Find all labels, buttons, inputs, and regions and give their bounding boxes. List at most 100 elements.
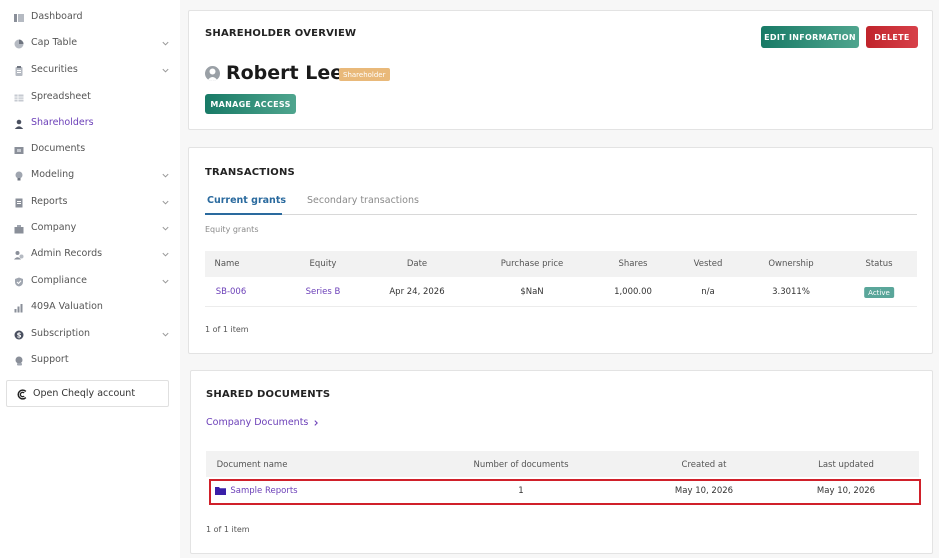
dashboard-icon: [13, 12, 24, 23]
tab-divider: [205, 214, 917, 215]
sidebar-item-cap-table[interactable]: Cap Table: [0, 34, 180, 54]
highlight-box: [209, 479, 921, 505]
column-header[interactable]: Number of documents: [473, 460, 568, 470]
person-icon: [13, 118, 24, 129]
shared-documents-card: SHARED DOCUMENTS Company Documents Docum…: [190, 370, 933, 554]
column-header[interactable]: Last updated: [818, 460, 874, 470]
chevron-right-icon: [314, 419, 319, 426]
column-header[interactable]: Equity: [310, 259, 337, 269]
sidebar-item-support[interactable]: Support: [0, 351, 180, 371]
sidebar-item-label: Compliance: [31, 275, 87, 286]
clipboard-icon: [13, 65, 24, 76]
chevron-down-icon: [162, 279, 169, 284]
sidebar-item-dashboard[interactable]: Dashboard: [0, 8, 180, 28]
avatar: [205, 66, 220, 81]
column-header[interactable]: Document name: [217, 460, 288, 470]
lightbulb-icon: [13, 170, 24, 181]
sidebar-item-label: Modeling: [31, 169, 75, 180]
row-divider: [205, 306, 917, 307]
chevron-down-icon: [162, 41, 169, 46]
status-badge: Active: [864, 287, 894, 298]
bar-chart-icon: [13, 302, 24, 313]
sidebar-item-securities[interactable]: Securities: [0, 61, 180, 81]
vested: n/a: [701, 287, 715, 297]
column-header[interactable]: Date: [407, 259, 427, 269]
chevron-down-icon: [162, 226, 169, 231]
sidebar-item-modeling[interactable]: Modeling: [0, 166, 180, 186]
shares: 1,000.00: [614, 287, 652, 297]
column-header[interactable]: Ownership: [768, 259, 813, 269]
sidebar-item-spreadsheet[interactable]: Spreadsheet: [0, 88, 180, 108]
column-header[interactable]: Purchase price: [501, 259, 563, 269]
grant-name-link[interactable]: SB-006: [216, 287, 247, 297]
sidebar-item-label: Documents: [31, 143, 86, 154]
folder-icon: [13, 144, 24, 155]
company-documents-label: Company Documents: [206, 417, 309, 428]
shared-documents-title: SHARED DOCUMENTS: [206, 389, 331, 400]
company-documents-link[interactable]: Company Documents: [206, 417, 320, 428]
sidebar-item-409a-valuation[interactable]: 409A Valuation: [0, 298, 180, 318]
sidebar-item-label: Admin Records: [31, 248, 103, 259]
support-icon: [13, 355, 24, 366]
sidebar-item-label: 409A Valuation: [31, 301, 103, 312]
chevron-down-icon: [162, 332, 169, 337]
equity-link[interactable]: Series B: [306, 287, 341, 297]
sidebar-item-label: Support: [31, 354, 69, 365]
pie-chart-icon: [13, 38, 24, 49]
sidebar-item-company[interactable]: Company: [0, 219, 180, 239]
sidebar-item-admin-records[interactable]: Admin Records: [0, 245, 180, 265]
sidebar-item-label: Reports: [31, 196, 68, 207]
cheqly-logo-icon: [17, 389, 27, 400]
sidebar-item-label: Subscription: [31, 328, 91, 339]
open-account-label: Open Cheqly account: [33, 388, 136, 399]
manage-access-button[interactable]: MANAGE ACCESS: [205, 94, 296, 114]
documents-table-header: Document name Number of documents Create…: [206, 451, 919, 477]
admin-icon: [13, 249, 24, 260]
chevron-down-icon: [162, 173, 169, 178]
sidebar: Dashboard Cap Table Securities Spreadshe…: [0, 0, 180, 558]
sidebar-item-label: Shareholders: [31, 117, 94, 128]
column-header[interactable]: Shares: [619, 259, 648, 269]
svg-text:$: $: [16, 331, 21, 339]
sidebar-item-label: Spreadsheet: [31, 91, 91, 102]
sidebar-item-reports[interactable]: Reports: [0, 193, 180, 213]
chevron-down-icon: [162, 200, 169, 205]
purchase-price: $NaN: [520, 287, 544, 297]
sidebar-item-label: Dashboard: [31, 11, 83, 22]
documents-pagination-info: 1 of 1 item: [206, 525, 250, 534]
shield-check-icon: [13, 276, 24, 287]
shareholder-name: Robert Lee: [226, 62, 344, 84]
active-tab-indicator: [205, 213, 282, 215]
building-icon: [13, 223, 24, 234]
report-icon: [13, 197, 24, 208]
tab-current-grants[interactable]: Current grants: [207, 195, 286, 206]
sidebar-item-label: Securities: [31, 64, 78, 75]
equity-grants-label: Equity grants: [205, 225, 259, 234]
delete-button[interactable]: DELETE: [866, 26, 918, 48]
column-header[interactable]: Vested: [694, 259, 723, 269]
sidebar-item-compliance[interactable]: Compliance: [0, 272, 180, 292]
tab-secondary-transactions[interactable]: Secondary transactions: [307, 195, 419, 206]
dollar-icon: $: [13, 329, 24, 340]
sidebar-item-subscription[interactable]: $ Subscription: [0, 325, 180, 345]
sidebar-item-label: Company: [31, 222, 77, 233]
sidebar-item-documents[interactable]: Documents: [0, 140, 180, 160]
sidebar-item-shareholders[interactable]: Shareholders: [0, 114, 180, 134]
sidebar-item-label: Cap Table: [31, 37, 78, 48]
column-header[interactable]: Created at: [682, 460, 727, 470]
chevron-down-icon: [162, 68, 169, 73]
open-account-button[interactable]: Open Cheqly account: [6, 380, 169, 407]
chevron-down-icon: [162, 252, 169, 257]
grant-date: Apr 24, 2026: [389, 287, 445, 297]
role-badge: Shareholder: [339, 68, 390, 81]
spreadsheet-icon: [13, 92, 24, 103]
overview-title: SHAREHOLDER OVERVIEW: [205, 28, 357, 39]
transactions-table-header: Name Equity Date Purchase price Shares V…: [205, 251, 917, 277]
column-header[interactable]: Name: [214, 259, 239, 269]
transactions-card: TRANSACTIONS Current grants Secondary tr…: [188, 147, 933, 354]
column-header[interactable]: Status: [865, 259, 892, 269]
edit-information-button[interactable]: EDIT INFORMATION: [761, 26, 859, 48]
transactions-title: TRANSACTIONS: [205, 167, 295, 178]
ownership: 3.3011%: [772, 287, 810, 297]
shareholder-overview-card: SHAREHOLDER OVERVIEW EDIT INFORMATION DE…: [188, 10, 933, 130]
